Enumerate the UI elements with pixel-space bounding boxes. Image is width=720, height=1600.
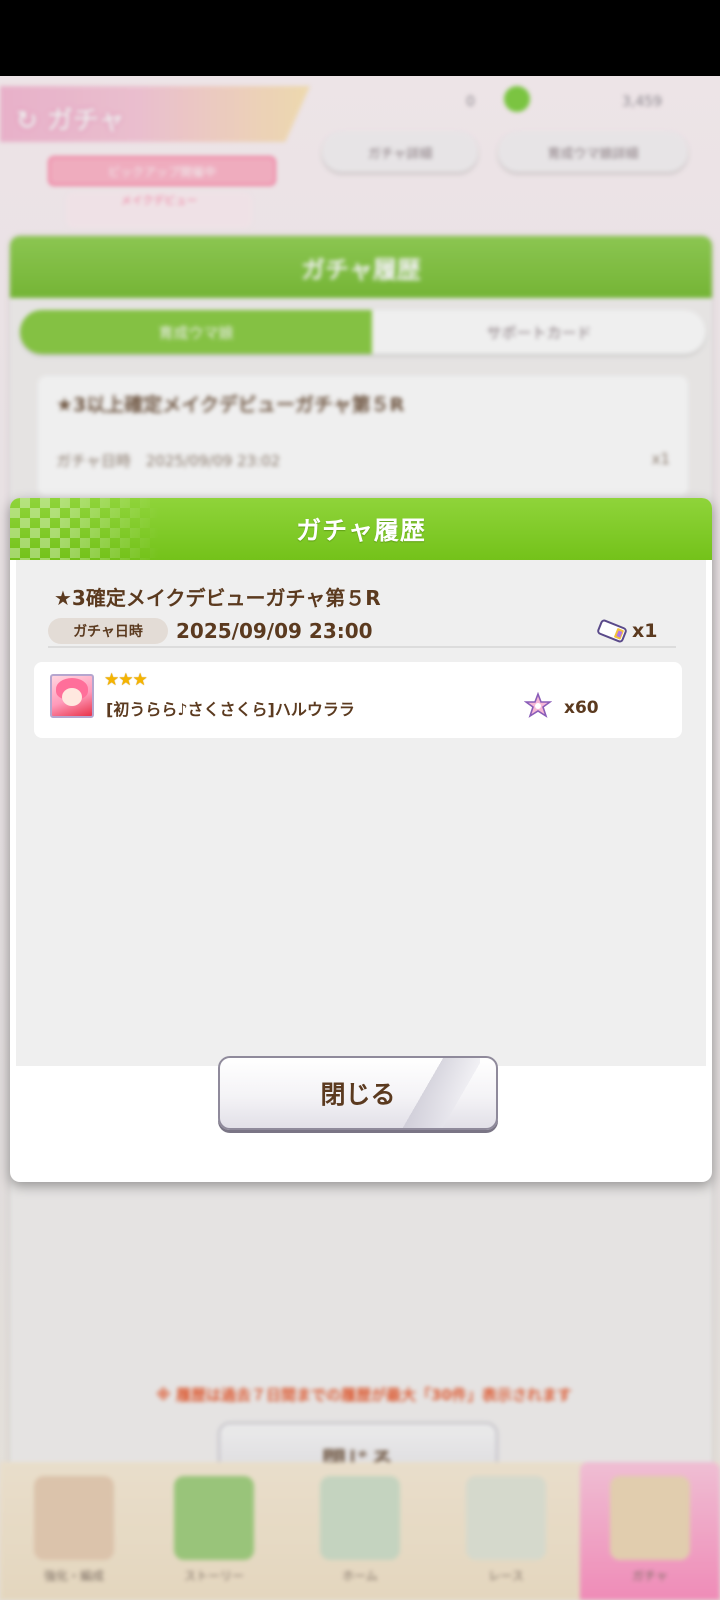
avatar-face xyxy=(62,688,82,706)
entry-divider xyxy=(48,646,676,648)
close-button-label: 閉じる xyxy=(320,1081,396,1109)
button-sheen xyxy=(390,1058,480,1128)
system-status-bar xyxy=(0,0,720,76)
rarity-stars: ★★★ xyxy=(104,670,148,690)
star-piece-icon xyxy=(524,692,552,718)
piece-count: x60 xyxy=(564,698,599,718)
modal-header: ガチャ履歴 xyxy=(10,498,712,560)
ticket-icon xyxy=(597,619,627,643)
close-button[interactable]: 閉じる xyxy=(218,1056,498,1130)
character-avatar xyxy=(50,674,94,718)
gacha-date-label: ガチャ日時 xyxy=(48,618,168,644)
result-row: ★★★ [初うらら♪さくさくら]ハルウララ x60 xyxy=(34,662,682,738)
gacha-date-value: 2025/09/09 23:00 xyxy=(176,619,373,643)
gacha-history-modal: ガチャ履歴 ★3確定メイクデビューガチャ第５R ガチャ日時 2025/09/09… xyxy=(10,498,712,1182)
ticket-count: x1 xyxy=(632,620,658,642)
modal-body: ★3確定メイクデビューガチャ第５R ガチャ日時 2025/09/09 23:00… xyxy=(16,560,706,1066)
modal-title: ガチャ履歴 xyxy=(296,516,426,545)
character-name: [初うらら♪さくさくら]ハルウララ xyxy=(106,700,355,719)
gacha-entry-title: ★3確定メイクデビューガチャ第５R xyxy=(54,586,381,610)
